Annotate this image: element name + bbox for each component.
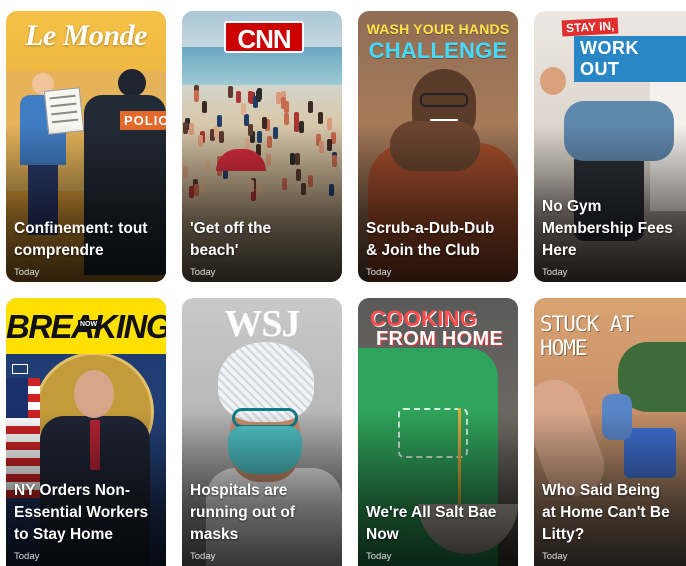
tv-icon — [12, 364, 28, 374]
story-date: Today — [190, 267, 216, 278]
story-card-wsj[interactable]: WSJ Hospitals are running out of masks T… — [182, 298, 342, 566]
brand-headline-top: WASH YOUR HANDS — [366, 21, 510, 37]
story-title: We're All Salt Bae Now — [366, 504, 497, 543]
story-date: Today — [14, 267, 40, 278]
story-card-cooking[interactable]: COOKING FROM HOME We're All Salt Bae Now… — [358, 298, 518, 566]
story-date: Today — [542, 267, 568, 278]
brand-headline-bottom: CHALLENGE — [368, 38, 508, 63]
story-date: Today — [14, 551, 40, 562]
story-title: Confinement: tout comprendre — [14, 220, 148, 259]
story-card-lemonde[interactable]: POLICE Le Monde Confinement: tout compre… — [6, 11, 166, 282]
brand-headline-top: STAY IN, — [561, 17, 619, 37]
publisher-logo: Le Monde — [25, 19, 147, 52]
story-title: Who Said Being at Home Can't Be Litty? — [542, 482, 670, 543]
story-title: 'Get off the beach' — [190, 220, 272, 259]
story-date: Today — [190, 551, 216, 562]
glasses-icon — [420, 93, 468, 107]
story-card-breaking[interactable]: BREAKING NOW NY Orders Non- Essential Wo… — [6, 298, 166, 566]
story-card-workout[interactable]: STAY IN, WORK OUT No Gym Membership Fees… — [534, 11, 686, 282]
story-card-cnn[interactable]: CNN 'Get off the beach' Today — [182, 11, 342, 282]
story-card-stuckathome[interactable]: STUCK AT HOME Who Said Being at Home Can… — [534, 298, 686, 566]
story-date: Today — [366, 551, 392, 562]
publisher-logo: WSJ — [224, 303, 300, 345]
story-title: Scrub-a-Dub-Dub & Join the Club — [366, 220, 495, 259]
brand-headline-bottom: WORK OUT — [574, 36, 686, 82]
story-title: NY Orders Non- Essential Workers to Stay… — [14, 482, 149, 543]
story-title: Hospitals are running out of masks — [190, 482, 296, 543]
discover-grid: POLICE Le Monde Confinement: tout compre… — [0, 0, 686, 566]
story-title: No Gym Membership Fees Here — [542, 198, 673, 259]
story-date: Today — [366, 267, 392, 278]
brand-headline-bottom: FROM HOME — [376, 328, 504, 350]
photo-head — [540, 67, 566, 95]
story-date: Today — [542, 551, 568, 562]
publisher-logo: CNN — [224, 21, 304, 54]
now-tag: NOW — [78, 320, 100, 329]
brand-headline: STUCK AT HOME — [540, 312, 634, 360]
story-card-washhands[interactable]: WASH YOUR HANDS CHALLENGE Scrub-a-Dub-Du… — [358, 11, 518, 282]
